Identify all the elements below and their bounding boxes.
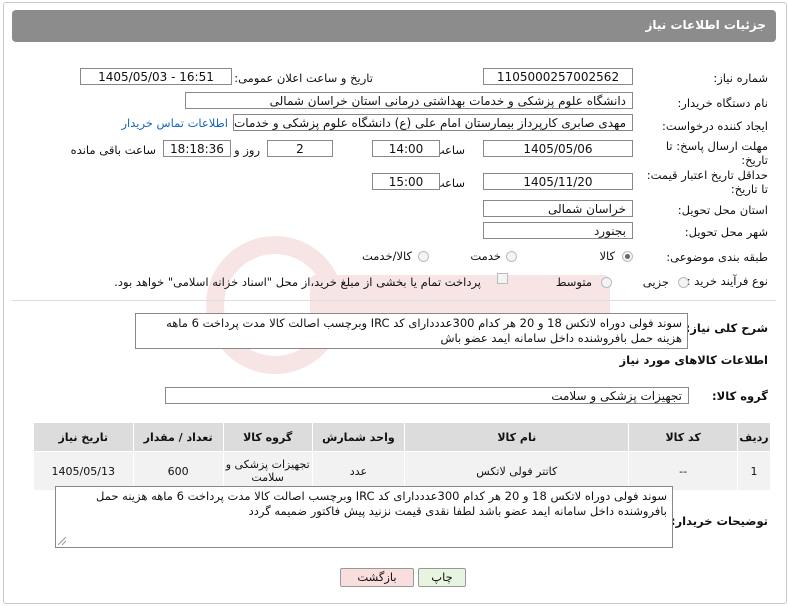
col-unit: واحد شمارش bbox=[311, 422, 406, 452]
category-radio-goods-service[interactable] bbox=[418, 251, 429, 262]
category-option-goods: کالا bbox=[599, 249, 615, 263]
process-option-medium: متوسط bbox=[555, 275, 592, 289]
col-code: کد کالا bbox=[628, 422, 739, 452]
process-label: نوع فرآیند خرید : bbox=[686, 274, 768, 288]
remaining-label: ساعت باقی مانده bbox=[70, 143, 156, 157]
need-number-label: شماره نیاز: bbox=[713, 71, 768, 85]
announce-label: تاریخ و ساعت اعلان عمومی: bbox=[234, 71, 373, 85]
cell-unit: عدد bbox=[311, 451, 406, 491]
cell-row: 1 bbox=[737, 451, 771, 491]
payment-note: پرداخت تمام یا بخشی از مبلغ خرید،از محل … bbox=[114, 275, 481, 289]
deadline-date-field: 1405/05/06 bbox=[483, 140, 633, 157]
deadline-label: مهلت ارسال پاسخ: تا تاریخ: bbox=[665, 139, 768, 167]
validity-time-field: 15:00 bbox=[372, 173, 440, 190]
page-header: جزئیات اطلاعات نیاز bbox=[12, 10, 776, 42]
announce-field: 1405/05/03 - 16:51 bbox=[80, 68, 232, 85]
col-group: گروه کالا bbox=[222, 422, 313, 452]
creator-field: مهدی صابری کارپرداز بیمارستان امام علی (… bbox=[233, 114, 633, 131]
goods-group-label: گروه کالا: bbox=[712, 389, 768, 403]
col-row: ردیف bbox=[737, 422, 771, 452]
resize-grip-icon[interactable] bbox=[58, 537, 66, 545]
col-date: تاریخ نیاز bbox=[33, 422, 134, 452]
category-option-service: خدمت bbox=[470, 249, 501, 263]
validity-label: حداقل تاریخ اعتبار قیمت: تا تاریخ: bbox=[646, 168, 768, 196]
province-label: استان محل تحویل: bbox=[677, 203, 768, 217]
validity-date-field: 1405/11/20 bbox=[483, 173, 633, 190]
city-label: شهر محل تحویل: bbox=[684, 225, 768, 239]
category-radio-service[interactable] bbox=[506, 251, 517, 262]
category-radio-goods[interactable] bbox=[622, 251, 633, 262]
col-name: نام کالا bbox=[404, 422, 630, 452]
description-textarea[interactable]: سوند فولی دوراه لاتکس 18 و 20 هر کدام 30… bbox=[135, 313, 688, 349]
buyer-notes-textarea[interactable]: سوند فولی دوراه لاتکس 18 و 20 هر کدام 30… bbox=[55, 486, 673, 548]
days-label: روز و bbox=[234, 143, 260, 157]
contact-buyer-link[interactable]: اطلاعات تماس خریدار bbox=[121, 116, 228, 130]
category-label: طبقه بندی موضوعی: bbox=[666, 250, 768, 264]
process-option-minor: جزیی bbox=[642, 275, 669, 289]
process-radio-medium[interactable] bbox=[601, 277, 612, 288]
buyer-notes-label: توضیحات خریدار: bbox=[670, 514, 768, 528]
creator-label: ایجاد کننده درخواست: bbox=[662, 119, 768, 133]
table-header-row: ردیف کد کالا نام کالا واحد شمارش گروه کا… bbox=[33, 422, 771, 452]
goods-table: ردیف کد کالا نام کالا واحد شمارش گروه کا… bbox=[33, 422, 771, 491]
process-radio-minor[interactable] bbox=[678, 277, 689, 288]
payment-checkbox[interactable] bbox=[497, 273, 508, 284]
description-label: شرح کلی نیاز: bbox=[685, 321, 768, 335]
deadline-time-field: 14:00 bbox=[372, 140, 440, 157]
goods-group-field: تجهیزات پزشکی و سلامت bbox=[165, 387, 689, 404]
city-field: بجنورد bbox=[483, 222, 633, 239]
buyer-org-field: دانشگاه علوم پزشکی و خدمات بهداشتی درمان… bbox=[185, 92, 633, 109]
goods-section-title: اطلاعات کالاهای مورد نیاز bbox=[619, 353, 768, 367]
divider bbox=[12, 300, 776, 301]
back-button[interactable]: بازگشت bbox=[340, 568, 414, 587]
cell-name: کاتتر فولی لاتکس bbox=[404, 451, 630, 491]
cell-code: -- bbox=[628, 451, 739, 491]
table-row[interactable]: 1 -- کاتتر فولی لاتکس عدد تجهیزات پزشکی … bbox=[33, 451, 771, 491]
buyer-notes-text: سوند فولی دوراه لاتکس 18 و 20 هر کدام 30… bbox=[96, 489, 667, 518]
cell-date: 1405/05/13 bbox=[33, 451, 134, 491]
province-field: خراسان شمالی bbox=[483, 200, 633, 217]
print-button[interactable]: چاپ bbox=[418, 568, 466, 587]
remaining-time-field: 18:18:36 bbox=[163, 140, 231, 157]
buyer-org-label: نام دستگاه خریدار: bbox=[677, 96, 768, 110]
cell-qty: 600 bbox=[132, 451, 224, 491]
need-number-field: 1105000257002562 bbox=[483, 68, 633, 85]
category-option-goods-service: کالا/خدمت bbox=[361, 249, 412, 263]
col-qty: تعداد / مقدار bbox=[132, 422, 224, 452]
page-title: جزئیات اطلاعات نیاز bbox=[645, 18, 766, 32]
cell-group: تجهیزات پزشکی و سلامت bbox=[222, 451, 313, 491]
days-field: 2 bbox=[267, 140, 333, 157]
